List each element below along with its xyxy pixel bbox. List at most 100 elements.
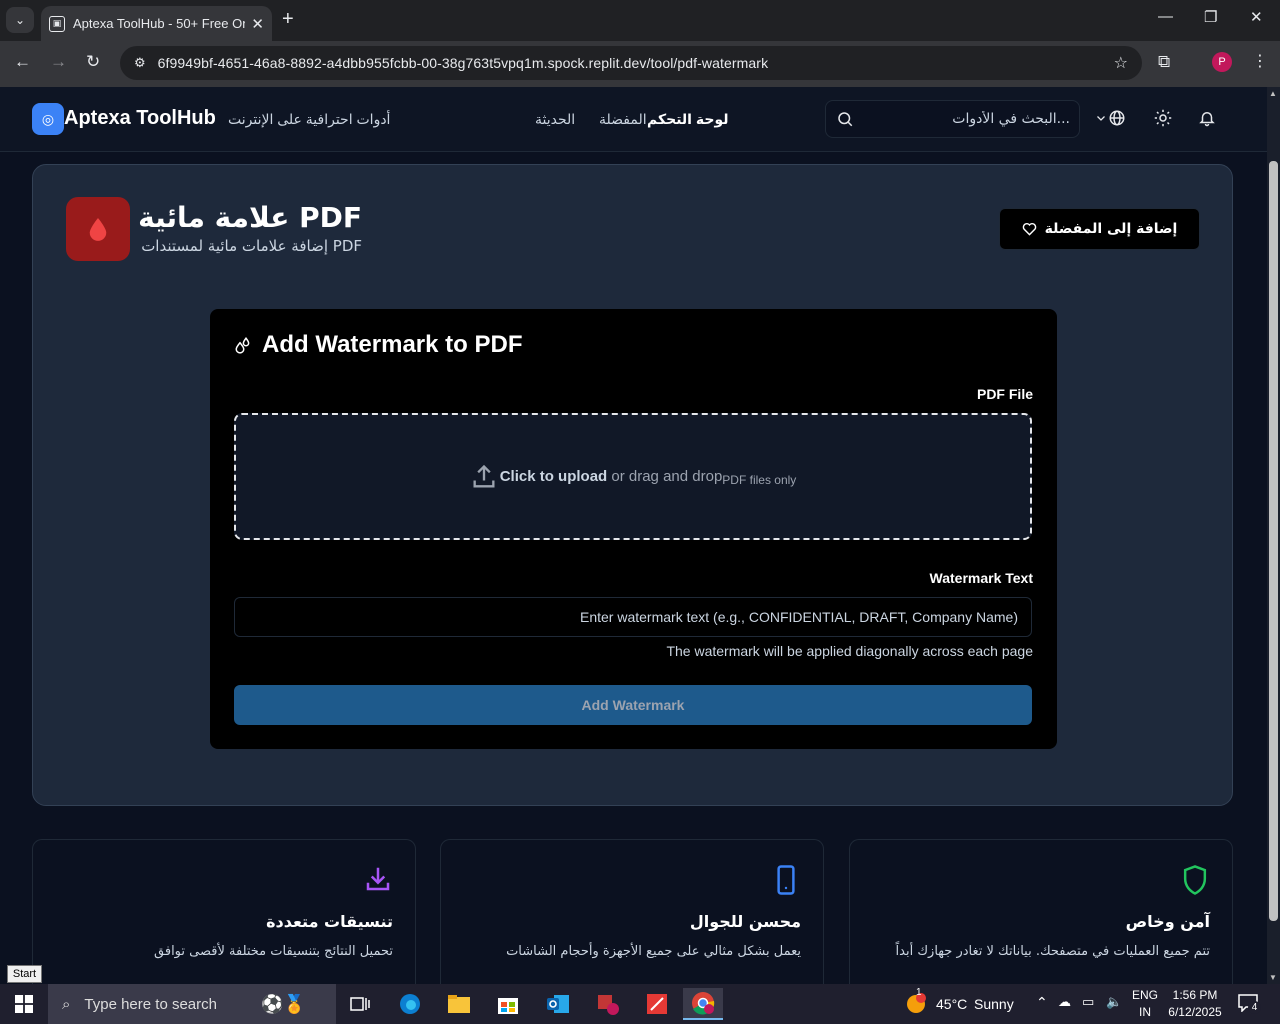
search-icon: [838, 112, 853, 127]
feature-title: محسن للجوال: [689, 912, 801, 931]
edge-icon[interactable]: [390, 988, 430, 1020]
feature-card-mobile: محسن للجوال يعمل بشكل مثالي على جميع الأ…: [440, 839, 824, 999]
watermark-text-label: Watermark Text: [929, 570, 1033, 586]
address-bar[interactable]: ⚙ 6f9949bf-4651-46a8-8892-a4dbb955fcbb-0…: [120, 46, 1142, 80]
chevron-down-icon[interactable]: [1095, 112, 1107, 124]
app-icon[interactable]: [588, 988, 628, 1020]
onedrive-cloud-icon[interactable]: ☁: [1058, 994, 1071, 1010]
windows-logo-icon: [15, 995, 33, 1013]
outlook-icon[interactable]: [538, 988, 578, 1020]
nav-favorites[interactable]: المفضلة: [599, 111, 647, 128]
scroll-down-arrow-icon[interactable]: ▼: [1269, 973, 1277, 982]
tool-subtitle: إضافة علامات مائية لمستندات PDF: [141, 237, 362, 255]
notification-count: 4: [1248, 1001, 1261, 1014]
bell-icon[interactable]: [1198, 109, 1216, 127]
extensions-icon[interactable]: ⧉: [1158, 52, 1170, 72]
sun-icon[interactable]: [1154, 109, 1172, 127]
date-text: 6/12/2025: [1168, 1005, 1222, 1019]
feature-title: آمن وخاص: [1125, 912, 1210, 931]
form-title: Add Watermark to PDF: [262, 331, 523, 358]
search-highlight-icon: ⚽🏅: [260, 993, 306, 1014]
search-input[interactable]: [860, 101, 1070, 137]
scrollbar-thumb[interactable]: [1269, 161, 1278, 921]
watermark-form-panel: Add Watermark to PDF PDF File Click to u…: [210, 309, 1057, 749]
minimize-window-button[interactable]: —: [1158, 8, 1173, 25]
chevron-up-icon[interactable]: ⌃: [1036, 994, 1048, 1011]
weather-badge: 1: [916, 987, 922, 998]
pdf-app-icon[interactable]: [637, 988, 677, 1020]
tool-search[interactable]: [825, 100, 1080, 138]
restore-window-button[interactable]: ❐: [1204, 8, 1217, 26]
pdf-upload-dropzone[interactable]: Click to upload or drag and drop PDF fil…: [234, 413, 1032, 540]
droplets-icon: [235, 337, 250, 354]
heart-icon: [1022, 222, 1036, 236]
tool-icon-box: [66, 197, 130, 261]
feature-description: تتم جميع العمليات في متصفحك. بياناتك لا …: [895, 944, 1210, 959]
upload-drag-text: or drag and drop: [607, 468, 723, 485]
browser-menu-icon[interactable]: ⋮: [1252, 51, 1268, 71]
upload-click-text: Click to upload: [499, 468, 608, 485]
add-to-favorites-label: إضافة إلى المفضلة: [1044, 221, 1178, 237]
back-button[interactable]: ←: [14, 52, 31, 72]
brand-tagline: أدوات احترافية على الإنترنت: [228, 111, 391, 127]
tab-search-button[interactable]: ⌄: [6, 7, 34, 33]
file-explorer-icon[interactable]: [439, 988, 479, 1020]
add-to-favorites-button[interactable]: إضافة إلى المفضلة: [999, 208, 1200, 250]
nav-recent[interactable]: الحديثة: [535, 111, 575, 128]
weather-text[interactable]: Sunny: [974, 996, 1014, 1012]
chrome-icon[interactable]: [683, 988, 723, 1020]
volume-muted-icon[interactable]: 🔈: [1106, 994, 1122, 1010]
search-icon: ⌕: [62, 995, 71, 1013]
taskbar-search-box[interactable]: ⌕ Type here to search ⚽🏅: [48, 984, 336, 1024]
site-header: ◎ Aptexa ToolHub أدوات احترافية على الإن…: [0, 87, 1267, 152]
pdf-file-label: PDF File: [976, 386, 1033, 402]
task-view-icon[interactable]: [340, 988, 380, 1020]
temperature-text[interactable]: 45°C: [936, 996, 967, 1012]
time-text: 1:56 PM: [1172, 988, 1218, 1002]
feature-description: يعمل بشكل مثالي على جميع الأجهزة وأحجام …: [506, 944, 801, 959]
profile-avatar[interactable]: P: [1212, 52, 1232, 72]
globe-icon[interactable]: [1108, 109, 1126, 127]
feature-card-secure: آمن وخاص تتم جميع العمليات في متصفحك. بي…: [849, 839, 1233, 999]
input-language[interactable]: ENG IN: [1130, 987, 1160, 1021]
droplet-icon: [89, 218, 107, 241]
download-icon: [366, 867, 390, 891]
page-scrollbar[interactable]: ▲ ▼: [1267, 87, 1280, 984]
browser-tab-active[interactable]: ▣ Aptexa ToolHub - 50+ Free Onl ✕: [41, 6, 272, 41]
upload-file-hint: PDF files only: [722, 472, 797, 487]
close-window-button[interactable]: ✕: [1250, 8, 1263, 26]
tool-card: علامة مائية PDF إضافة علامات مائية لمستن…: [32, 164, 1233, 806]
forward-button[interactable]: →: [50, 52, 67, 72]
start-tooltip: Start: [7, 965, 42, 983]
url-text[interactable]: 6f9949bf-4651-46a8-8892-a4dbb955fcbb-00-…: [158, 55, 769, 71]
clock[interactable]: 1:56 PM 6/12/2025: [1166, 987, 1224, 1021]
browser-tab-strip: ⌄ ▣ Aptexa ToolHub - 50+ Free Onl ✕ + — …: [0, 0, 1280, 41]
feature-description: تحميل النتائج بتنسيقات مختلفة لأقصى تواف…: [154, 944, 393, 959]
scroll-up-arrow-icon[interactable]: ▲: [1269, 89, 1277, 98]
site-favicon-icon: ▣: [49, 15, 65, 32]
taskbar-search-placeholder: Type here to search: [84, 995, 217, 1013]
close-tab-icon[interactable]: ✕: [251, 15, 264, 33]
tool-title: علامة مائية PDF: [138, 201, 362, 234]
add-watermark-button[interactable]: Add Watermark: [234, 685, 1032, 725]
feature-card-formats: تنسيقات متعددة تحميل النتائج بتنسيقات مخ…: [32, 839, 416, 999]
bookmark-star-icon[interactable]: ☆: [1114, 53, 1128, 73]
brand-name[interactable]: Aptexa ToolHub: [64, 107, 216, 130]
new-tab-button[interactable]: +: [282, 8, 294, 31]
nav-dashboard[interactable]: لوحة التحكم: [647, 111, 728, 128]
site-info-icon[interactable]: ⚙: [134, 55, 146, 71]
upload-icon: [473, 464, 495, 487]
shield-icon: [1183, 865, 1207, 895]
feature-title: تنسيقات متعددة: [266, 912, 393, 931]
notifications-button[interactable]: 4: [1238, 994, 1261, 1014]
browser-toolbar: ← → ↻ ⚙ 6f9949bf-4651-46a8-8892-a4dbb955…: [0, 41, 1280, 87]
microsoft-store-icon[interactable]: [488, 988, 528, 1020]
watermark-text-hint: The watermark will be applied diagonally…: [666, 643, 1033, 659]
reload-button[interactable]: ↻: [86, 52, 100, 72]
logo-icon[interactable]: ◎: [32, 103, 64, 135]
tab-title: Aptexa ToolHub - 50+ Free Onl: [73, 16, 246, 31]
start-button[interactable]: [0, 984, 48, 1024]
region-text: IN: [1139, 1005, 1151, 1019]
network-icon[interactable]: ▭: [1082, 994, 1094, 1010]
watermark-text-input[interactable]: [234, 597, 1032, 637]
